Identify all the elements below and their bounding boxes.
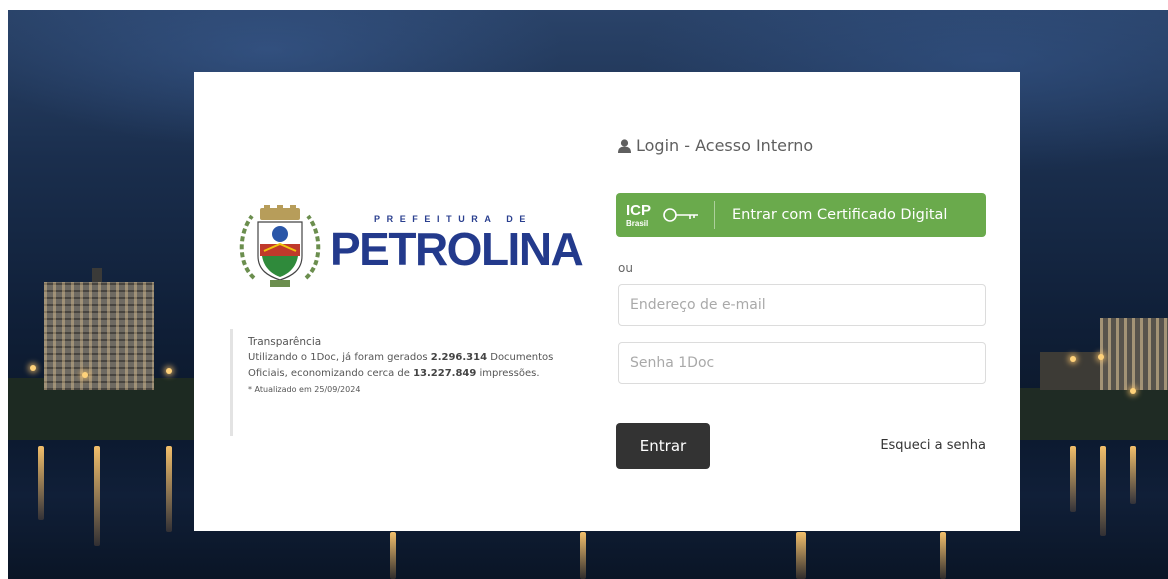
update-note: * Atualizado em 25/09/2024 <box>248 385 361 394</box>
transparency-line: Oficiais, economizando cerca de 13.227.8… <box>248 366 590 382</box>
transparency-title: Transparência <box>248 336 322 348</box>
shore-right <box>1018 388 1168 442</box>
light-reflection <box>94 446 100 546</box>
prints-count: 13.227.849 <box>413 368 477 379</box>
transparency-text: Utilizando o 1Doc, já foram gerados <box>248 352 431 363</box>
light-reflection <box>38 446 44 520</box>
light-reflection <box>940 532 946 579</box>
transparency-text: Oficiais, economizando cerca de <box>248 368 414 379</box>
login-card: PREFEITURA DE PETROLINA Transparência Ut… <box>194 72 1020 531</box>
email-field[interactable] <box>618 284 986 326</box>
login-button[interactable]: Entrar <box>616 423 710 469</box>
icp-brasil-logo: ICP Brasil <box>626 201 706 233</box>
certificate-login-button[interactable]: ICP Brasil Entrar com Certificado Digita… <box>616 193 986 237</box>
brand-name: PETROLINA <box>330 223 584 275</box>
light-reflection <box>1130 446 1136 504</box>
or-label: ou <box>618 261 633 275</box>
certificate-button-label: Entrar com Certificado Digital <box>732 207 948 223</box>
top-border <box>0 0 1168 10</box>
building-right <box>1100 318 1168 390</box>
light-reflection <box>1100 446 1106 536</box>
light-reflection <box>166 446 172 532</box>
transparency-text: Documentos <box>487 352 554 363</box>
icp-logo-sub: Brasil <box>626 219 648 228</box>
city-light <box>1130 388 1136 394</box>
city-light <box>1070 356 1076 362</box>
left-border <box>0 0 8 579</box>
password-field[interactable] <box>618 342 986 384</box>
light-reflection <box>390 532 396 579</box>
transparency-text: impressões. <box>476 368 540 379</box>
user-icon <box>618 139 631 153</box>
city-light <box>1098 354 1104 360</box>
light-reflection <box>580 532 586 579</box>
documents-count: 2.296.314 <box>430 352 488 363</box>
login-heading: Login - Acesso Interno <box>618 134 813 158</box>
icp-logo-main: ICP <box>626 202 651 219</box>
light-reflection <box>796 532 806 579</box>
login-heading-text: Login - Acesso Interno <box>636 136 814 155</box>
transparency-line: Utilizando o 1Doc, já foram gerados 2.29… <box>248 350 590 366</box>
city-light <box>30 365 36 371</box>
forgot-password-link[interactable]: Esqueci a senha <box>880 438 986 453</box>
coat-of-arms-icon <box>239 205 321 287</box>
transparency-panel: Transparência Utilizando o 1Doc, já fora… <box>230 329 590 436</box>
button-divider <box>714 201 715 229</box>
petrolina-logo: PREFEITURA DE PETROLINA <box>234 202 584 292</box>
building-left <box>44 282 154 390</box>
key-icon: ICP Brasil <box>626 202 698 228</box>
city-light <box>82 372 88 378</box>
city-light <box>166 368 172 374</box>
light-reflection <box>1070 446 1076 512</box>
